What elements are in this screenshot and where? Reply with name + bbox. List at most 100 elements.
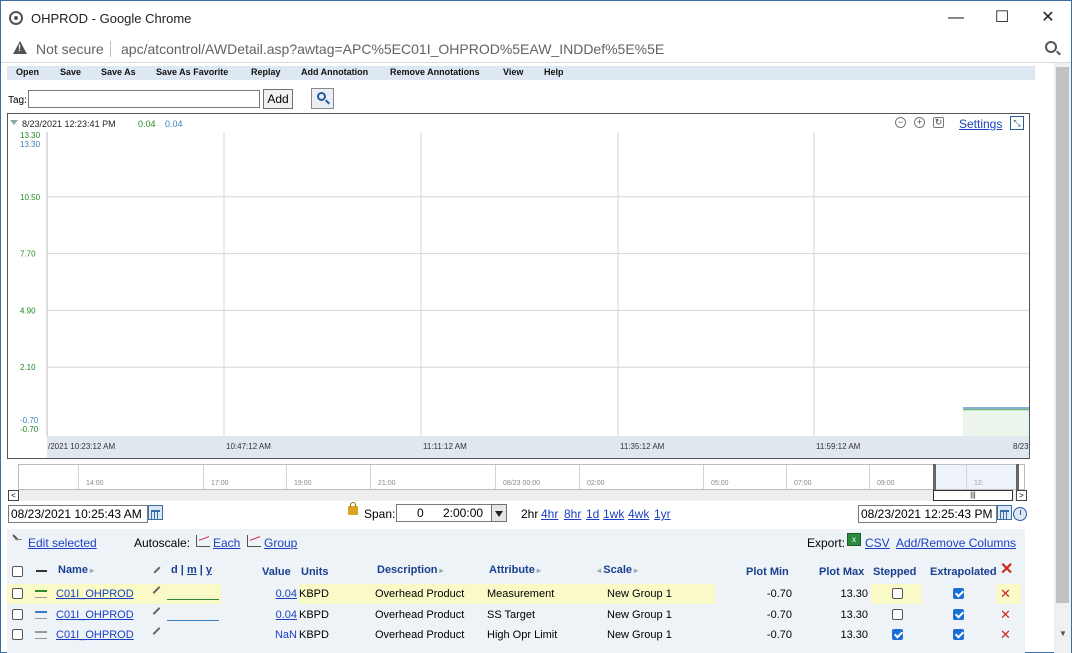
span-dropdown-button[interactable] bbox=[491, 504, 507, 522]
menu-remove-annotations[interactable]: Remove Annotations bbox=[390, 67, 480, 77]
lock-icon[interactable] bbox=[348, 502, 358, 515]
pan-icon[interactable]: ↻ bbox=[933, 117, 944, 128]
scale-cell[interactable]: New Group 1 bbox=[607, 588, 672, 600]
now-clock-icon[interactable] bbox=[1013, 507, 1027, 521]
edit-selected-link[interactable]: Edit selected bbox=[28, 536, 97, 550]
start-date-field[interactable]: 08/23/2021 10:25:43 AM bbox=[8, 505, 148, 523]
search-tag-button[interactable] bbox=[311, 88, 334, 109]
navigator-left-arrow[interactable]: < bbox=[8, 490, 19, 501]
expand-collapse-icon[interactable]: ⤡ bbox=[1010, 116, 1024, 130]
csv-icon[interactable]: x bbox=[847, 533, 861, 546]
edit-trace-icon[interactable] bbox=[152, 607, 161, 615]
maximize-button[interactable]: ☐ bbox=[982, 7, 1022, 29]
header-value[interactable]: Value bbox=[262, 566, 291, 578]
autoscale-each-icon[interactable] bbox=[196, 535, 210, 547]
span-field[interactable]: 0 2:00:00 bbox=[396, 504, 492, 522]
trace-color-swatch[interactable] bbox=[35, 631, 47, 639]
table-row[interactable]: C01I_OHPROD 0.04 KBPD Overhead Product Measu… bbox=[7, 584, 1021, 604]
header-m[interactable]: m bbox=[187, 564, 197, 576]
plot-max-cell[interactable]: 13.30 bbox=[795, 605, 871, 625]
scale-cell[interactable]: New Group 1 bbox=[607, 629, 672, 641]
header-d[interactable]: d bbox=[171, 564, 178, 576]
zoom-in-icon[interactable]: + bbox=[914, 117, 925, 128]
close-button[interactable]: ✕ bbox=[1028, 7, 1068, 29]
extrapolated-checkbox[interactable] bbox=[953, 609, 964, 620]
row-select-checkbox[interactable] bbox=[12, 588, 23, 599]
trace-color-swatch[interactable] bbox=[35, 611, 47, 619]
menu-add-annotation[interactable]: Add Annotation bbox=[301, 67, 368, 77]
navigator-thumb[interactable]: ||| bbox=[933, 490, 1013, 501]
edit-trace-icon[interactable] bbox=[152, 627, 161, 635]
settings-link[interactable]: Settings bbox=[959, 117, 1002, 131]
header-attribute[interactable]: Attribute ▸ bbox=[489, 564, 541, 576]
extrapolated-checkbox[interactable] bbox=[953, 588, 964, 599]
plot-min-cell[interactable]: -0.70 bbox=[715, 584, 795, 604]
export-csv-link[interactable]: CSV bbox=[865, 536, 890, 550]
value-link[interactable]: 0.04 bbox=[276, 588, 297, 600]
menu-save-as-favorite[interactable]: Save As Favorite bbox=[156, 67, 228, 77]
table-row[interactable]: C01I_OHPROD NaN KBPD Overhead Product High O… bbox=[7, 625, 1021, 645]
scale-cell[interactable]: New Group 1 bbox=[607, 609, 672, 621]
span-8hr-link[interactable]: 8hr bbox=[564, 507, 581, 521]
address-bar[interactable]: Not secure apc/atcontrol/AWDetail.asp?aw… bbox=[1, 35, 1071, 63]
header-units[interactable]: Units bbox=[301, 566, 329, 578]
value-link[interactable]: 0.04 bbox=[276, 609, 297, 621]
end-date-field[interactable]: 08/23/2021 12:25:43 PM bbox=[858, 505, 997, 523]
row-select-checkbox[interactable] bbox=[12, 609, 23, 620]
menu-save-as[interactable]: Save As bbox=[101, 67, 136, 77]
plot-min-cell[interactable]: -0.70 bbox=[715, 605, 795, 625]
collapse-all-icon[interactable] bbox=[36, 570, 47, 572]
select-all-checkbox[interactable] bbox=[12, 566, 23, 577]
minimize-button[interactable]: — bbox=[936, 7, 976, 29]
header-scale[interactable]: ◂ Scale ▸ bbox=[595, 564, 638, 576]
header-stepped[interactable]: Stepped bbox=[873, 566, 916, 578]
tag-input[interactable] bbox=[28, 90, 260, 108]
span-1wk-link[interactable]: 1wk bbox=[603, 507, 624, 521]
plot-min-cell[interactable]: -0.70 bbox=[715, 625, 795, 645]
trend-chart[interactable]: 13.30 10.50 7.70 4.90 2.10 -0.70 13.30 -0.70/20… bbox=[7, 113, 1030, 459]
stepped-checkbox[interactable] bbox=[892, 629, 903, 640]
end-calendar-icon[interactable] bbox=[997, 505, 1012, 520]
table-row[interactable]: C01I_OHPROD 0.04 KBPD Overhead Product SS Ta… bbox=[7, 605, 1021, 625]
tag-name-link[interactable]: C01I_OHPROD bbox=[56, 629, 134, 641]
delete-row-icon[interactable]: ✕ bbox=[1000, 607, 1011, 623]
autoscale-group-link[interactable]: Group bbox=[264, 536, 297, 550]
span-4hr-link[interactable]: 4hr bbox=[541, 507, 558, 521]
tag-name-link[interactable]: C01I_OHPROD bbox=[56, 609, 134, 621]
header-description[interactable]: Description ▸ bbox=[377, 564, 444, 576]
span-4wk-link[interactable]: 4wk bbox=[628, 507, 649, 521]
chart-plot[interactable]: 13.30 10.50 7.70 4.90 2.10 -0.70 13.30 -0.70/20… bbox=[8, 114, 1029, 458]
autoscale-group-icon[interactable] bbox=[247, 535, 261, 547]
zoom-out-icon[interactable]: − bbox=[895, 117, 906, 128]
add-tag-button[interactable]: Add bbox=[263, 89, 293, 109]
menu-save[interactable]: Save bbox=[60, 67, 81, 77]
menu-view[interactable]: View bbox=[503, 67, 523, 77]
value-link[interactable]: NaN bbox=[275, 629, 297, 641]
zoom-icon[interactable] bbox=[1045, 41, 1057, 53]
edit-selected-icon[interactable] bbox=[13, 534, 24, 545]
add-remove-columns-link[interactable]: Add/Remove Columns bbox=[896, 536, 1016, 550]
edit-trace-icon[interactable] bbox=[152, 586, 161, 594]
page-scrollbar[interactable]: ▼ bbox=[1054, 63, 1071, 653]
delete-row-icon[interactable]: ✕ bbox=[1000, 586, 1011, 602]
row-select-checkbox[interactable] bbox=[12, 629, 23, 640]
navigator-right-arrow[interactable]: > bbox=[1016, 490, 1027, 501]
tag-name-link[interactable]: C01I_OHPROD bbox=[56, 588, 134, 600]
extrapolated-checkbox[interactable] bbox=[953, 629, 964, 640]
header-plot-max[interactable]: Plot Max bbox=[819, 566, 864, 578]
collapse-triangle-icon[interactable] bbox=[10, 120, 18, 125]
delete-row-icon[interactable]: ✕ bbox=[1000, 627, 1011, 643]
menu-replay[interactable]: Replay bbox=[251, 67, 281, 77]
time-navigator[interactable]: 14:00 17:00 19:00 21:00 08/23 00:00 02:00 05:0… bbox=[18, 464, 1025, 490]
plot-max-cell[interactable]: 13.30 bbox=[795, 625, 871, 645]
menu-help[interactable]: Help bbox=[544, 67, 564, 77]
security-label[interactable]: Not secure bbox=[36, 41, 104, 57]
header-name[interactable]: Name ▸ bbox=[58, 564, 94, 576]
stepped-checkbox[interactable] bbox=[892, 588, 903, 599]
navigator-window[interactable] bbox=[933, 464, 1019, 490]
plot-max-cell[interactable]: 13.30 bbox=[795, 584, 871, 604]
delete-all-icon[interactable]: ✕ bbox=[1000, 562, 1013, 578]
url-text[interactable]: apc/atcontrol/AWDetail.asp?awtag=APC%5EC… bbox=[121, 41, 664, 57]
scrollbar-thumb[interactable] bbox=[1056, 67, 1069, 603]
autoscale-each-link[interactable]: Each bbox=[213, 536, 240, 550]
